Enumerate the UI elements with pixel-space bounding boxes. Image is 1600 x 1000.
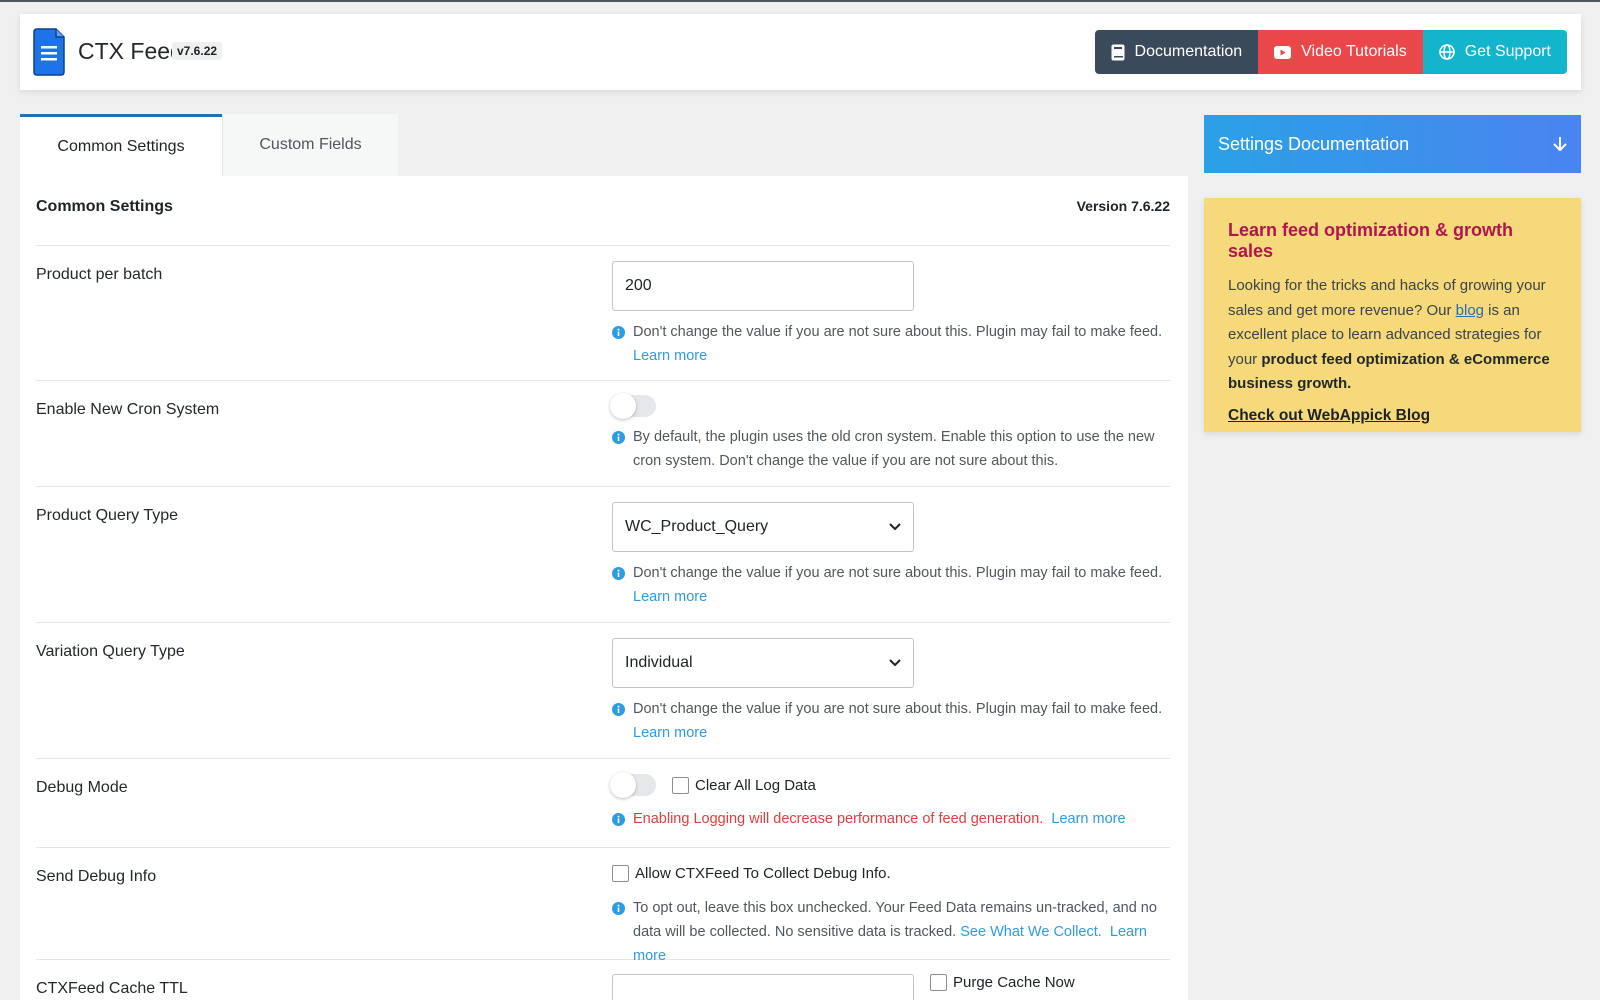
cron-toggle[interactable] xyxy=(610,393,656,419)
video-tutorials-button[interactable]: Video Tutorials xyxy=(1258,30,1423,74)
info-icon xyxy=(612,813,625,826)
send-debug-control: Allow CTXFeed To Collect Debug Info. xyxy=(612,865,891,882)
product-query-type-control: WC_Product_Query xyxy=(612,502,914,552)
help-text: Don't change the value if you are not su… xyxy=(612,697,1170,745)
setting-row-send-debug-info: Send Debug Info Allow CTXFeed To Collect… xyxy=(36,848,1170,964)
promo-text-bold: product feed optimization & eCommerce bu… xyxy=(1228,350,1550,393)
learn-more-link[interactable]: Learn more xyxy=(633,348,707,364)
webappick-blog-link[interactable]: Check out WebAppick Blog xyxy=(1228,407,1557,425)
allow-debug-checkbox-label[interactable]: Allow CTXFeed To Collect Debug Info. xyxy=(612,865,891,882)
see-what-we-collect-link[interactable]: See What We Collect. xyxy=(960,924,1102,940)
warning-text-body: Enabling Logging will decrease performan… xyxy=(633,811,1044,827)
settings-panel: Common Settings Version 7.6.22 Product p… xyxy=(20,176,1188,1000)
debug-mode-toggle[interactable] xyxy=(610,772,656,798)
cron-control xyxy=(610,393,656,419)
get-support-button-label: Get Support xyxy=(1464,43,1551,60)
checkbox-text: Allow CTXFeed To Collect Debug Info. xyxy=(635,865,891,882)
ctx-feed-logo-icon xyxy=(33,28,65,76)
settings-tabs: Common Settings Custom Fields xyxy=(20,114,398,176)
panel-version: Version 7.6.22 xyxy=(1076,198,1170,214)
youtube-icon xyxy=(1274,45,1292,59)
info-icon xyxy=(612,567,625,580)
learn-more-link[interactable]: Learn more xyxy=(633,589,707,605)
product-per-batch-input[interactable]: 200 xyxy=(612,261,914,311)
cache-ttl-select[interactable] xyxy=(612,974,914,1000)
checkbox-text: Clear All Log Data xyxy=(695,776,816,794)
setting-label: Send Debug Info xyxy=(36,868,157,885)
warning-text: Enabling Logging will decrease performan… xyxy=(612,807,1170,831)
brand-name: CTX Feed xyxy=(78,38,183,64)
admin-top-bar xyxy=(0,0,1600,2)
setting-row-debug-mode: Debug Mode Clear All Log Data Enabling L… xyxy=(36,759,1170,848)
get-support-button[interactable]: Get Support xyxy=(1422,30,1567,74)
variation-query-type-control: Individual xyxy=(612,638,914,688)
select-value: Individual xyxy=(625,654,693,671)
setting-row-cron: Enable New Cron System By default, the p… xyxy=(36,381,1170,487)
help-text-body: Don't change the value if you are not su… xyxy=(633,324,1163,340)
setting-row-cache-ttl: CTXFeed Cache TTL Purge Cache Now xyxy=(36,960,1170,1000)
documentation-button[interactable]: Documentation xyxy=(1094,30,1259,74)
help-text-body: By default, the plugin uses the old cron… xyxy=(633,429,1155,469)
info-icon xyxy=(612,902,625,915)
panel-title: Common Settings xyxy=(36,198,173,215)
info-icon xyxy=(612,703,625,716)
setting-row-product-per-batch: Product per batch 200 Don't change the v… xyxy=(36,246,1170,381)
variation-query-type-select[interactable]: Individual xyxy=(612,638,914,688)
purge-cache-checkbox[interactable] xyxy=(930,974,947,991)
header-button-group: Documentation Video Tutorials Get Suppor… xyxy=(1094,30,1567,74)
select-value: WC_Product_Query xyxy=(625,518,769,535)
learn-more-link[interactable]: Learn more xyxy=(633,725,707,741)
help-text-body: Don't change the value if you are not su… xyxy=(633,565,1163,581)
setting-label: Enable New Cron System xyxy=(36,401,220,418)
help-text-body: Don't change the value if you are not su… xyxy=(633,701,1163,717)
version-badge: v7.6.22 xyxy=(172,42,223,60)
book-icon xyxy=(1111,44,1125,60)
arrow-down-icon xyxy=(1553,137,1567,152)
product-query-type-select[interactable]: WC_Product_Query xyxy=(612,502,914,552)
setting-label: Product Query Type xyxy=(36,507,178,524)
help-text: To opt out, leave this box unchecked. Yo… xyxy=(612,896,1170,968)
debug-mode-control: Clear All Log Data xyxy=(610,772,816,798)
info-icon xyxy=(612,326,625,339)
settings-documentation-toggle[interactable]: Settings Documentation xyxy=(1204,115,1581,173)
tab-custom-fields[interactable]: Custom Fields xyxy=(222,114,398,176)
checkbox-text: Purge Cache Now xyxy=(953,974,1075,991)
chevron-down-icon xyxy=(889,523,901,531)
setting-label: Debug Mode xyxy=(36,779,128,796)
purge-cache-checkbox-label[interactable]: Purge Cache Now xyxy=(930,974,1075,991)
clear-log-checkbox-label[interactable]: Clear All Log Data xyxy=(672,776,816,794)
promo-title: Learn feed optimization & growth sales xyxy=(1228,220,1514,261)
setting-row-product-query-type: Product Query Type WC_Product_Query Don'… xyxy=(36,487,1170,623)
video-tutorials-button-label: Video Tutorials xyxy=(1301,43,1407,60)
setting-label: CTXFeed Cache TTL xyxy=(36,980,188,997)
info-icon xyxy=(612,431,625,444)
chevron-down-icon xyxy=(889,659,901,667)
promo-text: Looking for the tricks and hacks of grow… xyxy=(1228,274,1557,397)
clear-log-checkbox[interactable] xyxy=(672,776,689,794)
allow-debug-checkbox[interactable] xyxy=(612,865,629,882)
help-text: By default, the plugin uses the old cron… xyxy=(612,425,1170,473)
settings-documentation-title: Settings Documentation xyxy=(1218,133,1410,154)
blog-link[interactable]: blog xyxy=(1456,302,1484,319)
panel-header: Common Settings Version 7.6.22 xyxy=(36,176,1170,246)
plugin-header: CTX Feed v7.6.22 Documentation Video Tut… xyxy=(20,14,1581,90)
blog-promo-card: Learn feed optimization & growth sales L… xyxy=(1204,198,1581,432)
globe-icon xyxy=(1438,44,1455,60)
tab-common-settings[interactable]: Common Settings xyxy=(20,114,222,176)
product-per-batch-control: 200 xyxy=(612,261,914,311)
setting-label: Product per batch xyxy=(36,266,163,283)
help-text: Don't change the value if you are not su… xyxy=(612,320,1170,368)
setting-row-variation-query-type: Variation Query Type Individual Don't ch… xyxy=(36,623,1170,759)
learn-more-link[interactable]: Learn more xyxy=(1051,811,1125,827)
cache-ttl-control: Purge Cache Now xyxy=(612,974,1075,1000)
help-text: Don't change the value if you are not su… xyxy=(612,561,1170,609)
setting-label: Variation Query Type xyxy=(36,643,185,660)
documentation-button-label: Documentation xyxy=(1134,43,1243,60)
